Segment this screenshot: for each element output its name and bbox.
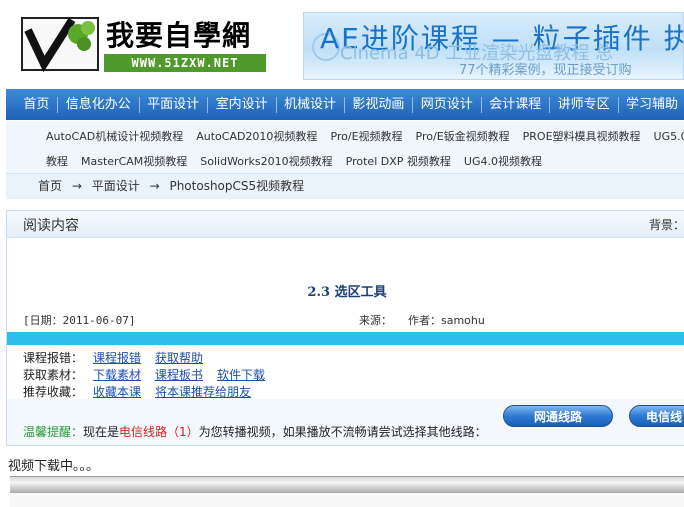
nav-item-instructors[interactable]: 讲师专区 [550,89,618,120]
video-player-frame[interactable] [10,476,684,493]
tip-text: 温馨提醒：现在是电信线路（1）为您转播视频，如果播放不流畅请尝试选择其他线路： [23,423,487,440]
nav-item-study-aids[interactable]: 学习辅助 [618,89,684,120]
recommend-friend-link[interactable]: 将本课推荐给朋友 [155,385,251,399]
subnav-link[interactable]: UG4.0视频教程 [464,155,542,168]
logo-url: WWW.51ZXW.NET [104,54,266,72]
panel-header: 阅读内容 背景： [7,211,684,238]
video-loading-status: 视频下载中。。。 [8,459,100,474]
nav-item-office[interactable]: 信息化办公 [58,89,139,120]
nav-item-home[interactable]: 首页 [15,89,57,120]
video-player-area[interactable] [10,493,684,507]
report-error-link[interactable]: 课程报错 [93,351,141,365]
nav-item-graphic-design[interactable]: 平面设计 [139,89,207,120]
breadcrumb-graphic-design[interactable]: 平面设计 [92,179,140,193]
bookmark-course-link[interactable]: 收藏本课 [93,385,141,399]
subnav-link[interactable]: Pro/E钣金视频教程 [416,130,510,143]
download-materials-link[interactable]: 下载素材 [93,368,141,382]
telecom-line-button[interactable]: 电信线 [629,405,684,427]
subnav-link[interactable]: UG5.0 [654,130,684,143]
tip-text-part: 为您转播视频，如果播放不流畅请尝试选择其他线路： [198,425,487,439]
article-meta: 来源： 作者：samohu [359,312,485,328]
section-divider-bar [7,332,684,345]
author-name: samohu [441,314,485,327]
promo-banner[interactable]: AE进阶课程 — 粒子插件 执 Cinema 4D 工业渲染光盘教程 总 77个… [303,12,684,80]
logo-emblem-icon [21,17,99,73]
subnav-row: AutoCAD机械设计视频教程 AutoCAD2010视频教程 Pro/E视频教程 P… [46,128,684,144]
netcom-line-button[interactable]: 网通线路 [503,405,613,427]
author-label: 作者： [408,314,441,327]
breadcrumb-current[interactable]: PhotoshopCS5视频教程 [169,179,304,193]
current-line-name: 电信线路（1） [119,425,199,439]
breadcrumb-arrow-icon: → [149,179,160,193]
link-row-report: 课程报错： 课程报错 获取帮助 [23,349,217,366]
source-label: 来源： [359,314,392,327]
logo-name: 我要自學網 [106,19,252,52]
breadcrumb-arrow-icon: → [71,179,82,193]
banner-caption: 77个精彩案例，现正接受订购 [459,63,632,78]
article-date: [日期：2011-06-07] [23,314,136,327]
breadcrumb-home[interactable]: 首页 [38,179,62,193]
subnav-link[interactable]: Pro/E视频教程 [330,130,402,143]
row-label: 推荐收藏： [23,385,84,399]
subnav-link[interactable]: PROE塑料模具视频教程 [523,130,641,143]
software-download-link[interactable]: 软件下载 [217,368,265,382]
site-logo[interactable]: 我要自學網 WWW.51ZXW.NET [20,12,266,74]
link-row-bookmark: 推荐收藏： 收藏本课 将本课推荐给朋友 [23,383,265,400]
reading-panel: 阅读内容 背景： 2.3 选区工具 [日期：2011-06-07] 来源： 作者：… [6,210,684,446]
subnav-link[interactable]: Protel DXP 视频教程 [346,155,451,168]
article-title: 2.3 选区工具 [307,285,387,300]
subnav-link[interactable]: AutoCAD2010视频教程 [196,130,317,143]
tip-label: 温馨提醒： [23,425,84,439]
background-selector-label[interactable]: 背景： [649,216,684,233]
nav-item-animation[interactable]: 影视动画 [344,89,412,120]
row-label: 获取素材： [23,368,84,382]
subnav-link[interactable]: MasterCAM视频教程 [81,155,187,168]
main-nav: 首页 信息化办公 平面设计 室内设计 机械设计 影视动画 网页设计 会计课程 讲… [6,89,684,120]
subnav-link[interactable]: 教程 [46,155,68,168]
course-notes-link[interactable]: 课程板书 [155,368,203,382]
nav-item-web-design[interactable]: 网页设计 [413,89,481,120]
nav-item-interior-design[interactable]: 室内设计 [208,89,276,120]
course-subnav: AutoCAD机械设计视频教程 AutoCAD2010视频教程 Pro/E视频教程 P… [6,121,684,174]
subnav-row: 教程 MasterCAM视频教程 SolidWorks2010视频教程 Protel … [46,153,555,169]
subnav-link[interactable]: AutoCAD机械设计视频教程 [46,130,183,143]
subnav-link[interactable]: SolidWorks2010视频教程 [200,155,332,168]
row-label: 课程报错： [23,351,84,365]
nav-item-mechanical-design[interactable]: 机械设计 [276,89,344,120]
panel-title: 阅读内容 [23,218,79,234]
link-row-materials: 获取素材： 下载素材 课程板书 软件下载 [23,366,279,383]
breadcrumb: 首页 → 平面设计 → PhotoshopCS5视频教程 [6,174,684,199]
get-help-link[interactable]: 获取帮助 [155,351,203,365]
nav-item-accounting[interactable]: 会计课程 [481,89,549,120]
tip-text-part: 现在是 [83,425,120,439]
